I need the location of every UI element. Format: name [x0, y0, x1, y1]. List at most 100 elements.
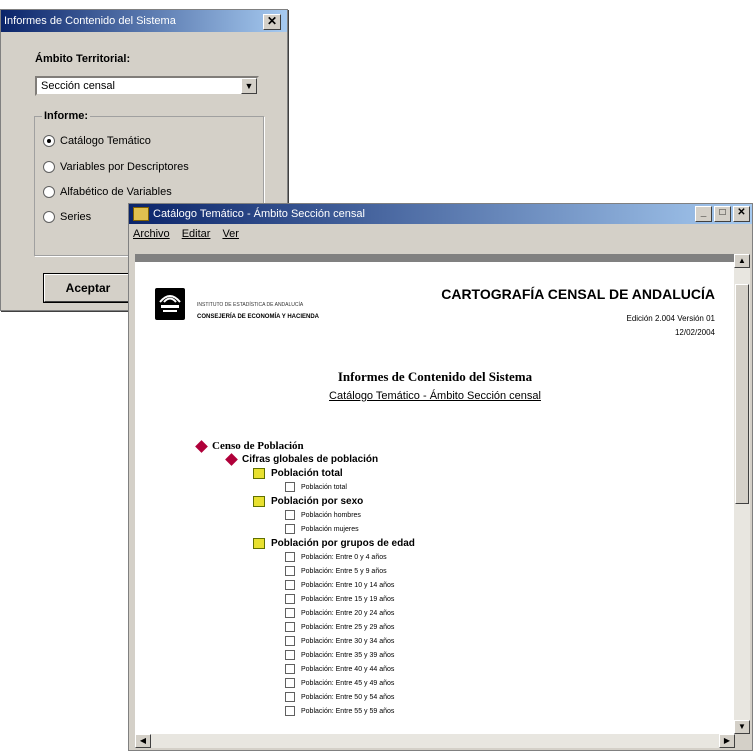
tree-item-label: Población mujeres [301, 525, 359, 533]
doc-main-title: CARTOGRAFÍA CENSAL DE ANDALUCÍA [441, 286, 715, 302]
radio-label: Alfabético de Variables [60, 186, 172, 198]
scroll-right-icon[interactable]: ▶ [719, 734, 735, 748]
radio-catalogo-tematico[interactable]: Catálogo Temático [43, 135, 151, 147]
radio-label: Variables por Descriptores [60, 161, 189, 173]
leaf-icon [285, 594, 295, 604]
tree-item-label: Población: Entre 0 y 4 años [301, 553, 387, 561]
radio-label: Catálogo Temático [60, 135, 151, 147]
tree-item-label: Población: Entre 35 y 39 años [301, 651, 395, 659]
accept-button[interactable]: Aceptar [43, 273, 133, 303]
horizontal-scrollbar[interactable]: ◀ ▶ [135, 734, 735, 748]
leaf-icon [285, 608, 295, 618]
tree-item-level-2: Población por grupos de edad [253, 538, 415, 549]
tree-item-level-0: Censo de Población [195, 439, 304, 453]
menu-editar[interactable]: Editar [182, 228, 211, 240]
menubar: Archivo Editar Ver [129, 224, 752, 244]
leaf-icon [285, 706, 295, 716]
menu-archivo[interactable]: Archivo [133, 228, 170, 240]
folder-icon [253, 496, 265, 507]
tree-item-level-3: Población: Entre 20 y 24 años [285, 608, 394, 618]
leaf-icon [285, 678, 295, 688]
leaf-icon [285, 580, 295, 590]
tree-item-label: Población total [301, 483, 347, 491]
tree-item-level-3: Población: Entre 5 y 9 años [285, 566, 387, 576]
app-icon [133, 207, 149, 221]
tree-item-level-3: Población: Entre 40 y 44 años [285, 664, 394, 674]
cube-icon [195, 439, 208, 453]
leaf-icon [285, 622, 295, 632]
radio-label: Series [60, 211, 92, 223]
tree-item-level-3: Población mujeres [285, 524, 359, 534]
tree-item-level-3: Población: Entre 50 y 54 años [285, 692, 394, 702]
radio-icon[interactable] [43, 211, 55, 223]
window-title: Catálogo Temático - Ámbito Sección censa… [153, 208, 365, 220]
leaf-icon [285, 664, 295, 674]
tree-item-label: Población: Entre 40 y 44 años [301, 665, 395, 673]
ambito-combo[interactable]: Sección censal ▼ [35, 76, 259, 96]
junta-logo-icon [155, 288, 185, 320]
catalogo-window: Catálogo Temático - Ámbito Sección censa… [128, 203, 753, 751]
tree-item-level-1: Cifras globales de población [225, 453, 379, 466]
tree-item-level-3: Población hombres [285, 510, 361, 520]
cube-icon [225, 453, 238, 466]
tree-item-label: Población total [271, 468, 343, 479]
leaf-icon [285, 524, 295, 534]
tree-item-label: Población: Entre 45 y 49 años [301, 679, 395, 687]
tree-item-level-3: Población: Entre 30 y 34 años [285, 636, 394, 646]
tree-item-label: Censo de Población [212, 440, 304, 452]
close-icon[interactable]: ✕ [263, 14, 281, 30]
radio-alfabetico[interactable]: Alfabético de Variables [43, 186, 172, 198]
leaf-icon [285, 650, 295, 660]
tree-item-level-3: Población: Entre 45 y 49 años [285, 678, 394, 688]
chevron-down-icon[interactable]: ▼ [241, 78, 257, 94]
institute-name: INSTITUTO DE ESTADÍSTICA DE ANDALUCÍA [197, 302, 304, 308]
report-subtitle: Catálogo Temático - Ámbito Sección censa… [329, 390, 541, 402]
scroll-down-icon[interactable]: ▼ [734, 720, 750, 734]
vertical-scrollbar[interactable]: ▲ ▼ [734, 254, 750, 734]
tree-item-label: Población: Entre 15 y 19 años [301, 595, 395, 603]
leaf-icon [285, 692, 295, 702]
tree-item-level-2: Población por sexo [253, 496, 363, 507]
tree-item-label: Población: Entre 55 y 59 años [301, 707, 395, 715]
folder-icon [253, 468, 265, 479]
window-controls: _ □ ✕ [695, 206, 750, 222]
leaf-icon [285, 552, 295, 562]
tree-item-label: Cifras globales de población [242, 454, 379, 465]
folder-icon [253, 538, 265, 549]
tree-item-level-3: Población: Entre 55 y 59 años [285, 706, 394, 716]
tree-item-label: Población: Entre 25 y 29 años [301, 623, 395, 631]
doc-date: 12/02/2004 [674, 328, 715, 337]
tree-item-label: Población: Entre 10 y 14 años [301, 581, 395, 589]
menu-ver[interactable]: Ver [222, 228, 239, 240]
tree-item-level-3: Población: Entre 10 y 14 años [285, 580, 394, 590]
report-title: Informes de Contenido del Sistema [337, 369, 533, 384]
scroll-up-icon[interactable]: ▲ [734, 254, 750, 268]
radio-variables-descriptores[interactable]: Variables por Descriptores [43, 161, 189, 173]
informe-label: Informe: [42, 110, 90, 122]
radio-series[interactable]: Series [43, 211, 91, 223]
edition-text: Edición 2.004 Versión 01 [626, 314, 715, 323]
tree-item-level-3: Población: Entre 35 y 39 años [285, 650, 394, 660]
leaf-icon [285, 482, 295, 492]
close-icon[interactable]: ✕ [733, 206, 750, 222]
tree-item-level-3: Población: Entre 0 y 4 años [285, 552, 387, 562]
minimize-icon[interactable]: _ [695, 206, 712, 222]
tree-item-level-3: Población: Entre 25 y 29 años [285, 622, 394, 632]
maximize-icon[interactable]: □ [714, 206, 731, 222]
dialog-title: Informes de Contenido del Sistema [1, 10, 287, 32]
tree-item-label: Población hombres [301, 511, 361, 519]
leaf-icon [285, 510, 295, 520]
leaf-icon [285, 566, 295, 576]
leaf-icon [285, 636, 295, 646]
radio-icon[interactable] [43, 186, 55, 198]
consejeria-name: CONSEJERÍA DE ECONOMÍA Y HACIENDA [197, 314, 320, 320]
radio-selected-icon[interactable] [43, 135, 55, 147]
scroll-left-icon[interactable]: ◀ [135, 734, 151, 748]
tree-item-label: Población: Entre 20 y 24 años [301, 609, 395, 617]
window-titlebar: Catálogo Temático - Ámbito Sección censa… [129, 204, 752, 224]
scroll-thumb[interactable] [735, 284, 749, 504]
tree-item-level-2: Población total [253, 468, 343, 479]
tree-item-level-3: Población: Entre 15 y 19 años [285, 594, 394, 604]
radio-icon[interactable] [43, 161, 55, 173]
ambito-label: Ámbito Territorial: [35, 53, 131, 65]
